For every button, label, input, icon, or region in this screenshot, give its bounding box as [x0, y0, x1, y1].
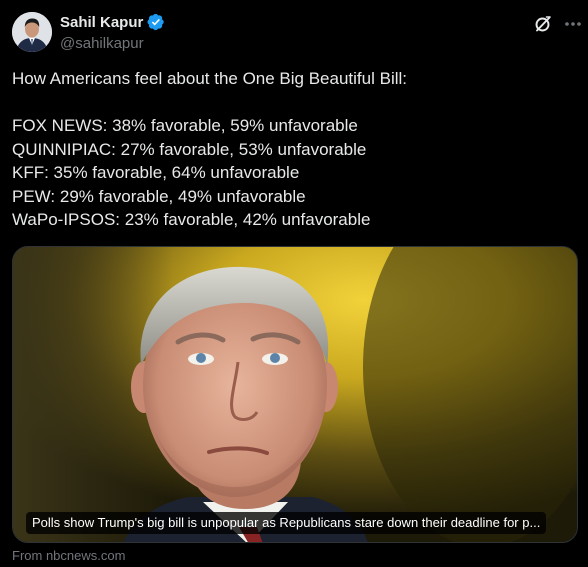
tweet-intro: How Americans feel about the One Big Bea…: [12, 69, 407, 88]
poll-line-pew: PEW: 29% favorable, 49% unfavorable: [12, 186, 306, 206]
tweet-text: How Americans feel about the One Big Bea…: [12, 67, 576, 232]
poll-line-quinnipiac: QUINNIPIAC: 27% favorable, 53% unfavorab…: [12, 139, 367, 159]
grok-icon[interactable]: [533, 14, 553, 34]
poll-line-fox: FOX NEWS: 38% favorable, 59% unfavorable: [12, 116, 358, 135]
author-name-row: Sahil Kapur: [60, 13, 165, 31]
link-card[interactable]: Polls show Trump's big bill is unpopular…: [12, 246, 578, 543]
poll-line-wapo-ipsos: WaPo-IPSOS: 23% favorable, 42% unfavorab…: [12, 210, 371, 229]
link-card-image: [13, 247, 577, 542]
author-handle[interactable]: @sahilkapur: [60, 35, 144, 52]
link-source[interactable]: From nbcnews.com: [12, 548, 125, 563]
verified-badge-icon: [147, 13, 165, 31]
display-name[interactable]: Sahil Kapur: [60, 14, 143, 31]
link-card-headline: Polls show Trump's big bill is unpopular…: [26, 512, 547, 534]
poll-line-kff: KFF: 35% favorable, 64% unfavorable: [12, 163, 300, 182]
tweet: Sahil Kapur @sahilkapur How Americans fe…: [0, 0, 588, 567]
avatar[interactable]: [12, 12, 52, 52]
more-options-icon[interactable]: [563, 14, 583, 34]
